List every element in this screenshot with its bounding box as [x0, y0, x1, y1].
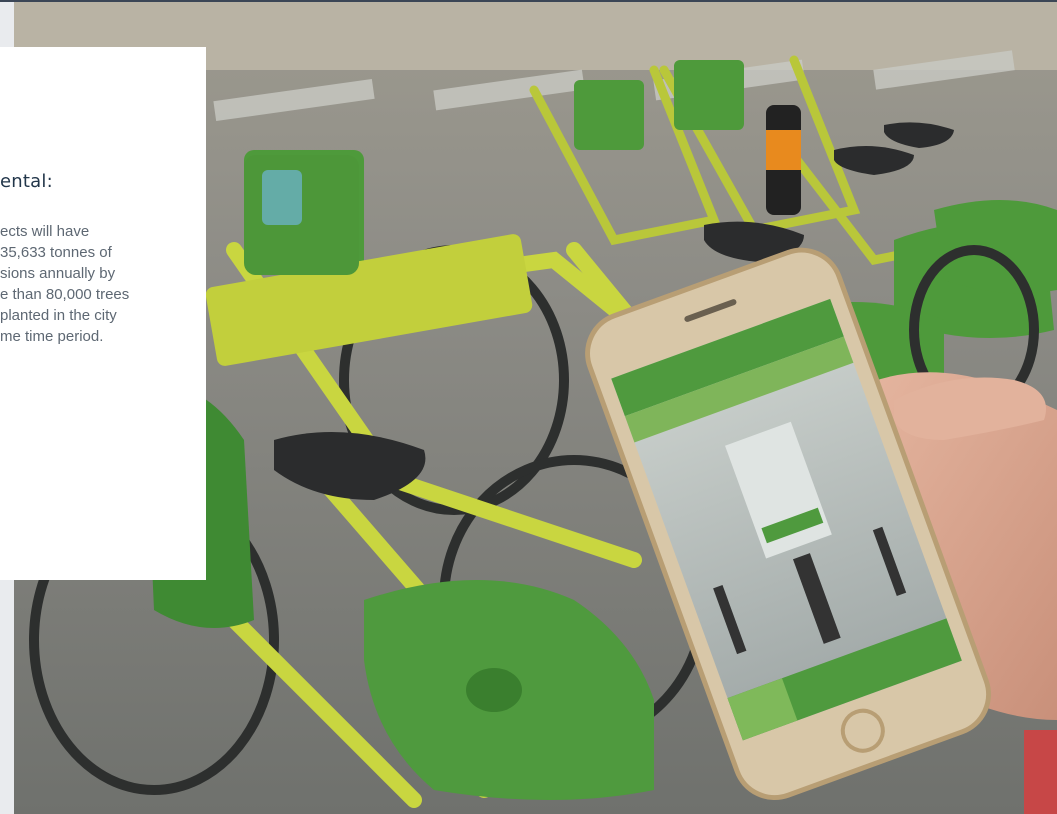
card-line: planted in the city — [0, 307, 117, 324]
card-line: e than 80,000 trees — [0, 286, 130, 303]
card-line: ects will have — [0, 223, 90, 240]
card-line: sions annually by — [0, 265, 116, 282]
card-body: ects will have 35,633 tonnes of sions an… — [0, 221, 206, 347]
card-line: 35,633 tonnes of — [0, 244, 112, 261]
info-card: ental: ects will have 35,633 tonnes of s… — [0, 47, 206, 580]
top-rule — [0, 0, 1057, 2]
card-line: me time period. — [0, 328, 104, 345]
card-title: ental: — [0, 171, 53, 192]
